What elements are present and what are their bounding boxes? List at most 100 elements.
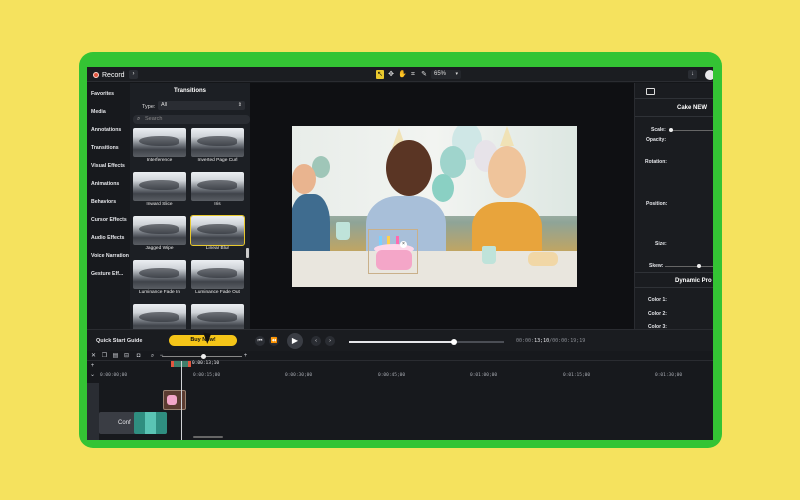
sidebar-item-annotations[interactable]: Annotations [91, 127, 121, 133]
preview-area: × [250, 83, 634, 329]
party-hat [500, 126, 514, 146]
tile-label: Luminance Fade In [138, 290, 181, 295]
zoom-select[interactable]: 65% ▾ [431, 70, 461, 79]
play-icon[interactable]: ▶ [287, 333, 303, 349]
sidebar-item-animations[interactable]: Animations [91, 181, 119, 187]
transition-tile[interactable]: Jagged Wipe [133, 216, 186, 252]
transition-tile[interactable]: Inverted Page Curl [191, 128, 244, 164]
add-track-icon[interactable]: + [89, 363, 96, 369]
cup [482, 246, 496, 264]
pan-tool-icon[interactable]: ✥ [387, 70, 395, 79]
download-icon[interactable]: ↓ [688, 70, 697, 79]
paste-icon[interactable]: ▤ [112, 353, 119, 359]
buy-now-button[interactable]: Buy Now! [169, 335, 237, 346]
avatar[interactable] [705, 70, 713, 80]
sidebar-item-behaviors[interactable]: Behaviors [91, 199, 116, 205]
sidebar-item-audio-effects[interactable]: Audio Effects [91, 235, 124, 241]
skew-label: Skew: [649, 263, 664, 269]
divider [635, 98, 713, 99]
properties-title: Cake NEW [677, 105, 708, 111]
transition-clip[interactable] [134, 412, 167, 434]
step-back-icon[interactable]: ⏪ [269, 336, 279, 346]
timecode-prefix: 00:00: [516, 338, 535, 344]
position-label: Position: [646, 201, 668, 207]
panel-title: Transitions [173, 88, 206, 94]
split-icon[interactable]: ⊟ [123, 353, 130, 359]
camera-icon[interactable]: ◘ [135, 353, 142, 359]
cake-sticker[interactable]: × [368, 229, 418, 274]
divider [635, 272, 713, 273]
properties-tab-icon[interactable] [646, 88, 655, 95]
transitions-panel: Transitions Type: All ⇕ ⌕ Search Interfe… [130, 83, 250, 333]
quick-start-link[interactable]: Quick Start Guide [96, 338, 142, 344]
sticker-clip[interactable] [163, 390, 186, 410]
search-icon[interactable]: ⌕ [149, 353, 156, 359]
sticker-thumbnail [167, 395, 177, 405]
transition-tile-selected[interactable]: Linear Blur [190, 215, 245, 252]
sidebar-item-voice-narration[interactable]: Voice Narration [91, 253, 129, 259]
type-value: All [161, 102, 168, 108]
hand-tool-icon[interactable]: ✋ [398, 70, 407, 79]
crop-tool-icon[interactable]: ⌗ [409, 70, 417, 79]
zoom-in-icon[interactable]: + [242, 353, 249, 359]
tile-thumbnail [133, 128, 186, 157]
transition-tile[interactable]: Luminance Fade In [133, 260, 186, 296]
record-button[interactable]: Record [90, 70, 129, 80]
collapse-icon[interactable]: ⌄ [89, 372, 96, 378]
transition-tile[interactable]: Inward Slice [133, 172, 186, 208]
sidebar-item-visual-effects[interactable]: Visual Effects [91, 163, 125, 169]
sidebar-item-gesture-effects[interactable]: Gesture Eff... [91, 271, 123, 277]
playhead-line [181, 361, 182, 440]
scrubber[interactable] [349, 339, 504, 345]
close-icon[interactable]: ✕ [90, 353, 97, 359]
transition-tile[interactable]: Luminance Fade Out [191, 260, 244, 296]
scrubber-knob[interactable] [451, 339, 458, 345]
tile-thumbnail [133, 216, 186, 245]
tile-label: Inward Slice [146, 202, 173, 207]
chevron-right-icon[interactable]: › [325, 336, 335, 346]
type-select[interactable]: All ⇕ [158, 101, 245, 110]
playback-bar: Quick Start Guide Buy Now! ⏮ ⏪ ▶ ‹ › 00:… [87, 329, 713, 351]
canvas-tools: ↖ ✥ ✋ ⌗ ✎ [376, 70, 428, 79]
edit-tool-icon[interactable]: ✎ [420, 70, 428, 79]
panel-resize-handle[interactable] [246, 248, 249, 258]
tile-label: Iris [214, 202, 221, 207]
canvas-preview[interactable]: × [292, 126, 577, 287]
skew-slider[interactable] [665, 266, 713, 267]
top-bar: Record › ↖ ✥ ✋ ⌗ ✎ 65% ▾ ↓ [87, 67, 713, 82]
sidebar-item-transitions[interactable]: Transitions [91, 145, 119, 151]
rewind-icon[interactable]: ⏮ [255, 336, 265, 346]
transition-tile[interactable]: Iris [191, 172, 244, 208]
face [488, 146, 526, 198]
timecode-total: /00:00:19;19 [549, 338, 586, 344]
sidebar-item-media[interactable]: Media [91, 109, 106, 115]
search-input[interactable]: ⌕ Search [133, 115, 250, 124]
record-icon [93, 72, 99, 78]
chevron-right-icon[interactable]: › [129, 70, 138, 79]
tick-label: 0:00:45;00 [378, 373, 406, 378]
rotation-label: Rotation: [645, 159, 667, 165]
cup [336, 222, 350, 240]
media-clip[interactable]: Conf [99, 412, 167, 434]
tile-thumbnail [133, 172, 186, 201]
color-1-label: Color 1: [648, 297, 667, 303]
scale-knob[interactable] [669, 128, 673, 132]
chevron-left-icon[interactable]: ‹ [311, 336, 321, 346]
copy-icon[interactable]: ❐ [101, 353, 108, 359]
opacity-label: Opacity: [646, 137, 667, 143]
select-tool-icon[interactable]: ↖ [376, 70, 384, 79]
tile-label: Linear Blur [205, 246, 230, 251]
timeline-zoom-knob[interactable] [201, 354, 206, 359]
transition-tile[interactable]: Interference [133, 128, 186, 164]
timeline-scrollbar[interactable] [193, 436, 223, 438]
sidebar-item-favorites[interactable]: Favorites [91, 91, 114, 97]
size-label: Size: [655, 241, 667, 247]
tile-thumbnail [133, 260, 186, 289]
scale-slider[interactable] [669, 130, 713, 131]
sidebar-item-cursor-effects[interactable]: Cursor Effects [91, 217, 127, 223]
search-placeholder: Search [145, 116, 163, 122]
close-icon[interactable]: × [400, 241, 407, 248]
cake-slice [528, 252, 558, 266]
skew-knob[interactable] [697, 264, 701, 268]
tick-label: 0:00:30;00 [285, 373, 313, 378]
